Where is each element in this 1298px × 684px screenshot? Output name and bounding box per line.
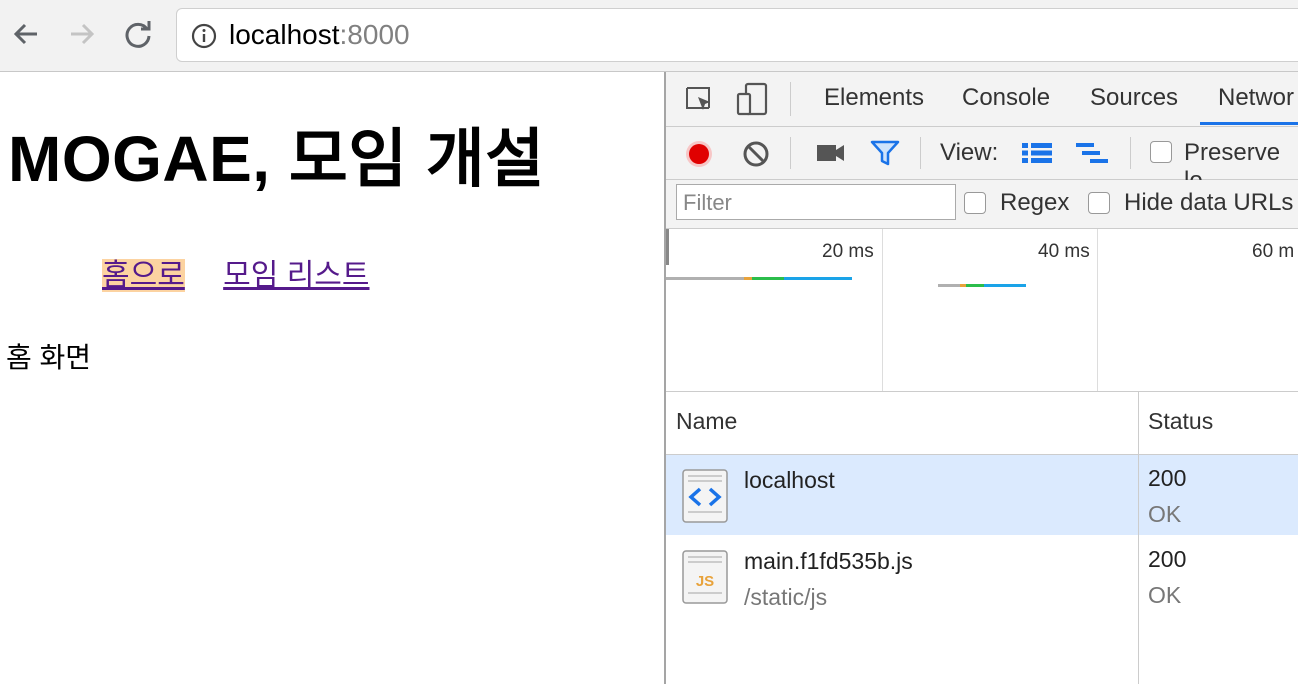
tab-network[interactable]: Networ — [1218, 84, 1294, 112]
overview-gridline — [882, 229, 883, 391]
preserve-log-checkbox[interactable] — [1150, 141, 1172, 163]
overview-tick-label: 20 ms — [822, 241, 874, 262]
screenshot-camera-icon[interactable] — [816, 141, 846, 165]
separator — [790, 82, 791, 116]
column-separator[interactable] — [1138, 392, 1139, 684]
device-toolbar-icon[interactable] — [736, 82, 770, 118]
request-path: /static/js — [744, 584, 828, 610]
requests-table-header: Name Status — [666, 392, 1298, 455]
url-port: :8000 — [339, 19, 410, 50]
devtools-panel: Elements Console Sources Networ View: Pr… — [664, 72, 1298, 684]
table-row[interactable]: localhost 200 OK — [666, 455, 1298, 535]
large-rows-icon[interactable] — [1022, 142, 1052, 164]
request-status-code: 200 — [1148, 546, 1187, 572]
column-header-name[interactable]: Name — [676, 408, 737, 435]
request-status-text: OK — [1148, 501, 1182, 527]
home-body-text: 홈 화면 — [6, 342, 92, 373]
record-icon[interactable] — [684, 139, 714, 169]
separator — [790, 137, 791, 169]
overview-bar-segment — [744, 277, 752, 280]
tab-sources[interactable]: Sources — [1090, 84, 1178, 112]
browser-toolbar: localhost:8000 — [0, 0, 1298, 72]
waterfall-overview-icon[interactable] — [1076, 142, 1110, 164]
address-bar[interactable]: localhost:8000 — [176, 8, 1298, 62]
nav-link-home[interactable]: 홈으로 — [102, 259, 185, 292]
page-title: MOGAE, 모임 개설 — [8, 123, 545, 195]
back-button[interactable] — [6, 14, 46, 54]
request-status-text: OK — [1148, 582, 1182, 608]
url-host: localhost — [229, 19, 340, 50]
overview-tick-label: 40 ms — [1038, 241, 1090, 262]
js-file-icon: JS — [682, 550, 728, 604]
nav-link-meeting-list[interactable]: 모임 리스트 — [223, 259, 369, 292]
page-nav: 홈으로 모임 리스트 — [102, 250, 400, 294]
html-document-icon — [682, 469, 728, 523]
info-icon[interactable] — [191, 23, 217, 49]
overview-bar-segment — [984, 284, 1026, 287]
network-filterbar: Filter Regex Hide data URLs — [666, 180, 1298, 229]
reload-icon — [125, 21, 151, 48]
hide-data-urls-label: Hide data URLs — [1124, 189, 1294, 216]
forward-arrow-icon — [71, 23, 95, 45]
overview-bar-segment — [666, 277, 744, 280]
filter-input[interactable]: Filter — [676, 184, 956, 220]
regex-checkbox[interactable] — [964, 192, 986, 214]
request-status-code: 200 — [1148, 465, 1187, 491]
overview-drag-handle[interactable] — [666, 229, 669, 265]
column-header-status[interactable]: Status — [1148, 408, 1213, 435]
separator — [920, 137, 921, 169]
hide-data-urls-checkbox[interactable] — [1088, 192, 1110, 214]
network-overview-timeline[interactable]: 20 ms 40 ms 60 m — [666, 229, 1298, 392]
forward-button[interactable] — [62, 14, 102, 54]
svg-text:JS: JS — [696, 573, 714, 590]
page-viewport: MOGAE, 모임 개설 홈으로 모임 리스트 홈 화면 — [0, 72, 664, 684]
overview-bar-segment — [938, 284, 960, 287]
active-tab-indicator — [1200, 122, 1298, 125]
request-name: main.f1fd535b.js — [744, 548, 913, 574]
back-arrow-icon — [13, 23, 37, 45]
overview-bar-segment — [966, 284, 984, 287]
inspect-element-icon[interactable] — [684, 84, 716, 116]
network-toolbar: View: Preserve lo — [666, 127, 1298, 194]
tab-console[interactable]: Console — [962, 84, 1050, 112]
request-name: localhost — [744, 467, 835, 493]
tab-elements[interactable]: Elements — [824, 84, 924, 112]
regex-label: Regex — [1000, 189, 1070, 216]
overview-tick-label: 60 m — [1252, 241, 1295, 262]
overview-gridline — [1097, 229, 1098, 391]
view-label: View: — [940, 139, 999, 166]
overview-bar-segment — [784, 277, 852, 280]
separator — [1130, 137, 1131, 169]
overview-bar-segment — [752, 277, 784, 280]
devtools-tabbar: Elements Console Sources Networ — [666, 72, 1298, 127]
reload-button[interactable] — [118, 14, 158, 54]
url-text: localhost:8000 — [229, 19, 410, 51]
filter-funnel-icon[interactable] — [870, 139, 900, 167]
clear-icon[interactable] — [742, 140, 770, 168]
table-row[interactable]: JS main.f1fd535b.js /static/js 200 OK — [666, 536, 1298, 616]
